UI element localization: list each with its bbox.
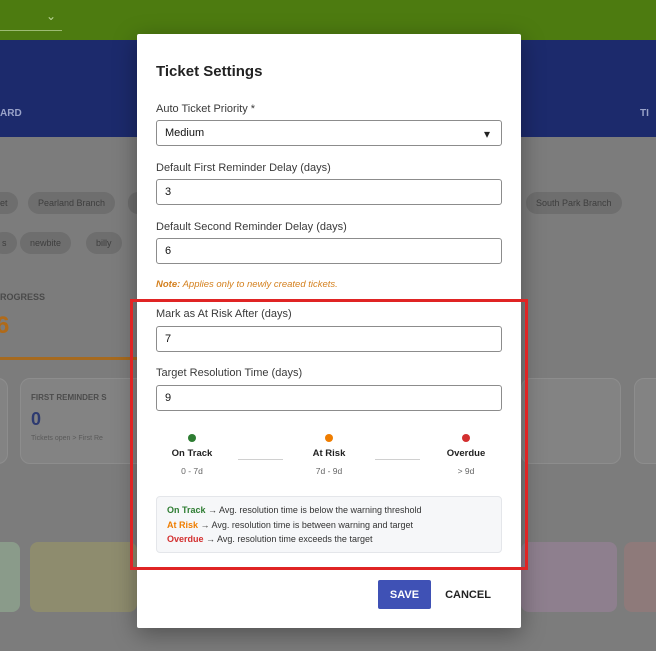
summary-tile — [30, 542, 137, 612]
stat-card-first-reminder: FIRST REMINDER S 0 Tickets open > First … — [20, 378, 150, 464]
explanation-row: At Risk → Avg. resolution time is betwee… — [167, 518, 491, 533]
top-bar-underline — [0, 30, 62, 31]
summary-tile — [624, 542, 656, 612]
summary-tile — [521, 542, 617, 612]
explanation-row: On Track → Avg. resolution time is below… — [167, 503, 491, 518]
stat-card — [634, 378, 656, 464]
legend-status-name: On Track — [171, 448, 213, 459]
target-resolution-input[interactable] — [156, 385, 502, 411]
branch-chip: Pearland Branch — [28, 192, 116, 214]
first-reminder-delay-input[interactable] — [156, 179, 502, 205]
legend-overdue: Overdue > 9d — [426, 434, 506, 476]
nav-tab-right: TI — [640, 108, 649, 119]
status-explanation-box: On Track → Avg. resolution time is below… — [156, 496, 502, 553]
explanation-key: At Risk — [167, 519, 199, 530]
dialog-title: Ticket Settings — [156, 63, 263, 80]
stat-card-subtitle: Tickets open > First Re — [31, 435, 103, 442]
second-reminder-delay-input[interactable] — [156, 238, 502, 264]
ticket-settings-dialog: Ticket Settings Auto Ticket Priority * M… — [137, 34, 521, 628]
second-reminder-label: Default Second Reminder Delay (days) — [156, 221, 347, 233]
legend-status-name: Overdue — [446, 448, 486, 459]
priority-label: Auto Ticket Priority * — [156, 103, 256, 115]
new-tickets-note: Note: Applies only to newly created tick… — [156, 279, 338, 290]
summary-tile — [0, 542, 20, 612]
stat-card-title: FIRST REMINDER S — [31, 393, 107, 402]
progress-value: 6 — [0, 312, 10, 339]
branch-chip: newbite — [20, 232, 72, 254]
legend-status-range: 0 - 7d — [181, 466, 203, 476]
first-reminder-label: Default First Reminder Delay (days) — [156, 162, 331, 174]
branch-chip: South Park Branch — [526, 192, 622, 214]
at-risk-after-input[interactable] — [156, 326, 502, 352]
note-text: Applies only to newly created tickets. — [182, 279, 338, 290]
stat-card-value: 0 — [31, 409, 42, 429]
stat-card — [521, 378, 621, 464]
legend-on-track: On Track 0 - 7d — [152, 434, 232, 476]
overdue-dot-icon — [462, 434, 470, 442]
legend-status-range: > 9d — [457, 466, 475, 476]
legend-at-risk: At Risk 7d - 9d — [289, 434, 369, 476]
progress-underline — [0, 357, 137, 360]
legend-connector — [375, 459, 420, 460]
stat-card — [0, 378, 8, 464]
explanation-key: Overdue — [167, 534, 204, 544]
chevron-down-icon: ⌄ — [46, 9, 57, 23]
on-track-dot-icon — [188, 434, 196, 442]
legend-status-name: At Risk — [312, 448, 346, 459]
at-risk-label: Mark as At Risk After (days) — [156, 308, 292, 320]
explanation-key: On Track — [167, 505, 206, 515]
cancel-button[interactable]: CANCEL — [439, 580, 497, 609]
explanation-text: → Avg. resolution time is between warnin… — [200, 519, 413, 530]
target-resolution-label: Target Resolution Time (days) — [156, 367, 303, 379]
legend-status-range: 7d - 9d — [315, 466, 343, 476]
save-button[interactable]: SAVE — [378, 580, 431, 609]
explanation-row: Overdue → Avg. resolution time exceeds t… — [167, 532, 491, 547]
at-risk-dot-icon — [325, 434, 333, 442]
nav-tab-left: ARD — [0, 108, 22, 119]
progress-label: ROGRESS — [0, 292, 46, 302]
branch-chip: billy — [86, 232, 122, 254]
note-prefix: Note: — [156, 279, 181, 290]
legend-connector — [238, 459, 283, 460]
explanation-text: → Avg. resolution time exceeds the targe… — [206, 534, 373, 544]
explanation-text: → Avg. resolution time is below the warn… — [208, 505, 422, 515]
auto-ticket-priority-select[interactable]: Medium — [156, 120, 502, 146]
